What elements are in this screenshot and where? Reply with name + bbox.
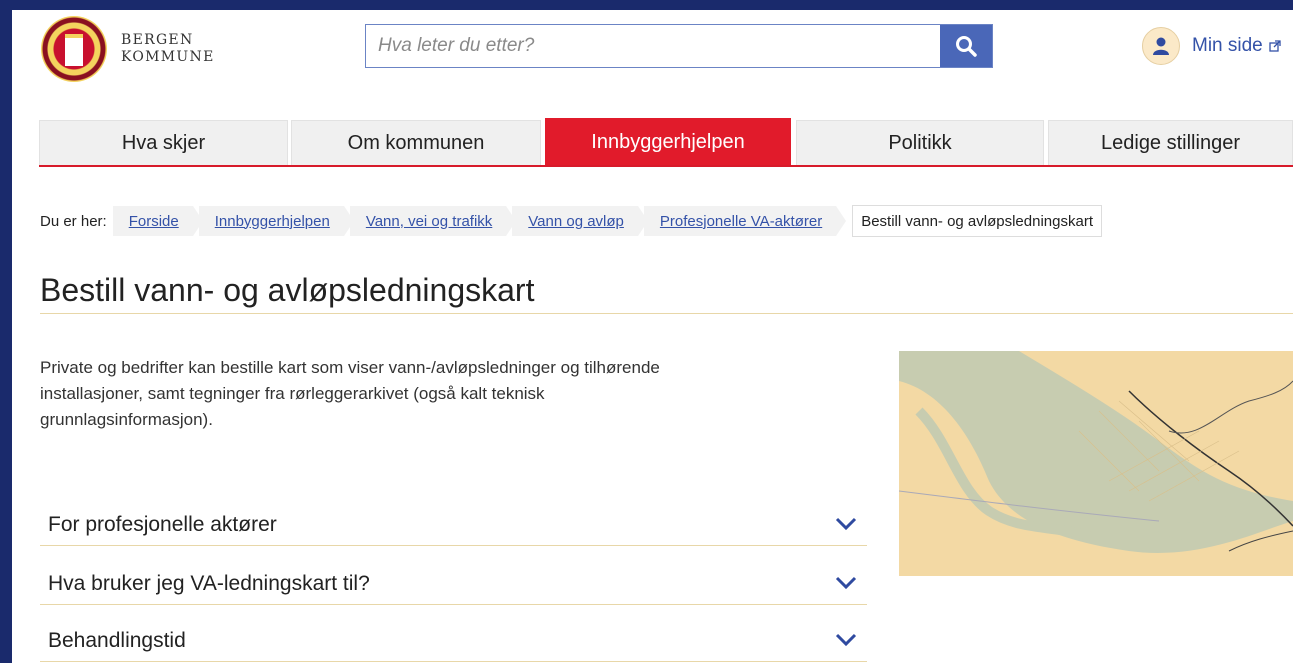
chevron-down-icon xyxy=(835,517,857,531)
breadcrumb-item: Forside xyxy=(112,206,203,236)
logo-line-1: BERGEN xyxy=(121,32,194,48)
logo-text: BERGEN KOMMUNE xyxy=(121,32,215,66)
logo-line-2: KOMMUNE xyxy=(121,49,215,65)
breadcrumb-item: Vann og avløp xyxy=(512,206,648,236)
accordion-title: Behandlingstid xyxy=(48,629,186,652)
breadcrumb-link-vann-og-avlop[interactable]: Vann og avløp xyxy=(528,213,624,230)
chevron-down-icon xyxy=(835,576,857,590)
user-icon xyxy=(1142,27,1180,65)
accordion-item-va-ledningskart[interactable]: Hva bruker jeg VA-ledningskart til? xyxy=(40,564,867,605)
accordion-title: Hva bruker jeg VA-ledningskart til? xyxy=(48,572,370,595)
tab-innbyggerhjelpen[interactable]: Innbyggerhjelpen xyxy=(545,118,791,165)
page: BERGEN KOMMUNE Min side Hva skjer xyxy=(12,10,1293,663)
min-side-label: Min side xyxy=(1192,35,1263,56)
breadcrumb-item: Profesjonelle VA-aktører xyxy=(643,206,847,236)
accordion-item-profesjonelle[interactable]: For profesjonelle aktører xyxy=(40,505,867,546)
coat-of-arms-icon xyxy=(41,16,107,82)
accordion-item-behandlingstid[interactable]: Behandlingstid xyxy=(40,621,867,662)
chevron-down-icon xyxy=(835,633,857,647)
tab-politikk[interactable]: Politikk xyxy=(796,120,1044,165)
breadcrumb-link-forside[interactable]: Forside xyxy=(129,213,179,230)
search-button[interactable] xyxy=(940,25,992,67)
breadcrumb-link-innbyggerhjelpen[interactable]: Innbyggerhjelpen xyxy=(215,213,330,230)
tab-hva-skjer[interactable]: Hva skjer xyxy=(39,120,288,165)
page-title: Bestill vann- og avløpsledningskart xyxy=(40,272,1293,314)
accordion-title: For profesjonelle aktører xyxy=(48,513,277,536)
intro-text: Private og bedrifter kan bestille kart s… xyxy=(40,358,660,429)
map-image xyxy=(899,351,1293,576)
search-input[interactable] xyxy=(366,25,940,67)
breadcrumb-item: Vann, vei og trafikk xyxy=(349,206,517,236)
external-link-icon xyxy=(1269,40,1281,52)
breadcrumb-current: Bestill vann- og avløpsledningskart xyxy=(852,205,1102,237)
breadcrumb: Du er her: Forside Innbyggerhjelpen Vann… xyxy=(40,205,1108,237)
logo[interactable]: BERGEN KOMMUNE xyxy=(41,16,215,82)
search-icon xyxy=(956,36,977,57)
tab-om-kommunen[interactable]: Om kommunen xyxy=(291,120,541,165)
breadcrumb-link-profesjonelle-va-aktorer[interactable]: Profesjonelle VA-aktører xyxy=(660,213,822,230)
main-nav: Hva skjer Om kommunen Innbyggerhjelpen P… xyxy=(39,118,1293,167)
breadcrumb-label: Du er her: xyxy=(40,212,107,230)
breadcrumb-link-vann-vei-trafikk[interactable]: Vann, vei og trafikk xyxy=(366,213,492,230)
tab-ledige-stillinger[interactable]: Ledige stillinger xyxy=(1048,120,1293,165)
min-side-link[interactable]: Min side xyxy=(1142,27,1281,65)
breadcrumb-item: Innbyggerhjelpen xyxy=(198,206,354,236)
search-bar xyxy=(365,24,993,68)
